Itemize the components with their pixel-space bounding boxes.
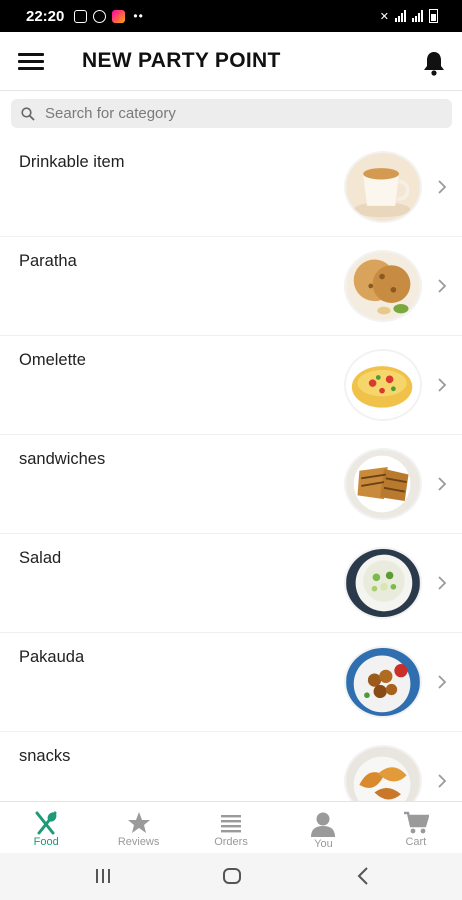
nav-cart[interactable]: Cart <box>370 802 462 854</box>
category-row-pakauda[interactable]: Pakauda <box>0 633 462 732</box>
whatsapp-icon <box>93 9 107 23</box>
category-label: Omelette <box>19 351 86 369</box>
recent-apps-icon[interactable] <box>94 868 112 884</box>
status-bar: 22:20 •• ✕ <box>0 0 462 32</box>
cart-icon <box>403 811 429 834</box>
person-icon <box>311 812 336 837</box>
chevron-right-icon <box>438 378 447 392</box>
mute-icon: ✕ <box>379 10 389 23</box>
chevron-right-icon <box>438 279 447 293</box>
nav-label: Cart <box>405 836 427 848</box>
signal-2-icon <box>412 10 423 22</box>
search-input[interactable] <box>43 104 427 123</box>
app-notification-icon <box>112 9 126 23</box>
nav-label: Food <box>33 836 59 848</box>
category-label: sandwiches <box>19 450 106 468</box>
nav-label: You <box>314 838 333 850</box>
category-label: snacks <box>19 747 71 765</box>
back-icon[interactable] <box>356 867 370 885</box>
nav-food[interactable]: Food <box>0 802 92 854</box>
category-label: Pakauda <box>19 648 85 666</box>
salad-image <box>344 547 422 619</box>
signal-1-icon <box>395 10 406 22</box>
battery-icon <box>429 9 438 23</box>
sandwich-image <box>344 448 422 520</box>
category-row-paratha[interactable]: Paratha <box>0 237 462 336</box>
system-navigation-bar <box>0 853 462 900</box>
app-bar: NEW PARTY POINT <box>0 32 462 91</box>
nav-label: Reviews <box>117 836 160 848</box>
nav-orders[interactable]: Orders <box>185 802 277 854</box>
star-icon <box>127 812 150 833</box>
paratha-image <box>344 250 422 322</box>
bell-icon[interactable] <box>422 50 446 76</box>
nav-reviews[interactable]: Reviews <box>92 802 184 854</box>
category-list: Drinkable item Paratha Omelette sandwich… <box>0 138 462 831</box>
category-label: Drinkable item <box>19 153 125 171</box>
category-row-salad[interactable]: Salad <box>0 534 462 633</box>
pakauda-image <box>344 646 422 718</box>
category-row-omelette[interactable]: Omelette <box>0 336 462 435</box>
chevron-right-icon <box>438 180 447 194</box>
gallery-icon <box>74 9 88 23</box>
search-bar[interactable] <box>11 99 452 128</box>
fork-spoon-icon <box>35 811 57 835</box>
home-icon[interactable] <box>223 868 241 884</box>
list-icon <box>221 815 242 833</box>
chevron-right-icon <box>438 774 447 788</box>
more-dots-icon: •• <box>133 9 144 23</box>
hamburger-menu-icon[interactable] <box>18 53 44 71</box>
category-row-sandwiches[interactable]: sandwiches <box>0 435 462 534</box>
search-icon <box>21 106 35 121</box>
category-label: Paratha <box>19 252 77 270</box>
nav-you[interactable]: You <box>277 802 369 854</box>
chevron-right-icon <box>438 675 447 689</box>
notification-icons: •• <box>74 9 143 23</box>
omelette-image <box>344 349 422 421</box>
nav-label: Orders <box>214 836 248 848</box>
chevron-right-icon <box>438 576 447 590</box>
status-time: 22:20 <box>26 7 65 25</box>
bottom-navigation: Food Reviews Orders You Cart <box>0 801 462 854</box>
category-label: Salad <box>19 549 62 567</box>
system-status-icons: ✕ <box>380 0 438 32</box>
chevron-right-icon <box>438 477 447 491</box>
category-row-drinkable-item[interactable]: Drinkable item <box>0 138 462 237</box>
page-title: NEW PARTY POINT <box>82 49 281 72</box>
tea-cup-image <box>344 151 422 223</box>
